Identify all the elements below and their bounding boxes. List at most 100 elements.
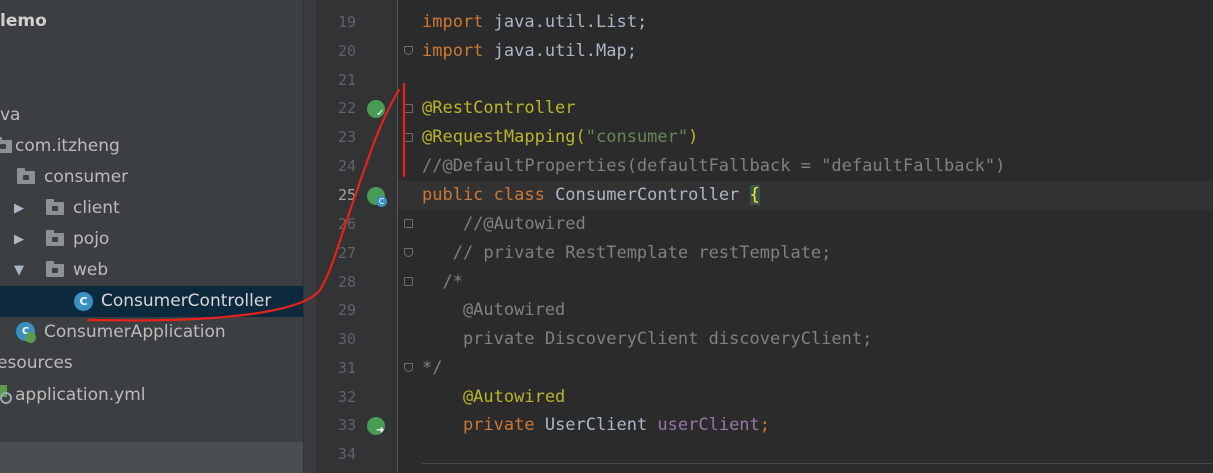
- line-number: 28: [337, 273, 356, 291]
- code-line-19[interactable]: import java.util.List;: [422, 8, 647, 37]
- keyword: import: [422, 41, 484, 61]
- spring-boot-class-icon: C: [16, 322, 36, 343]
- tree-item-package-web[interactable]: ▼ web: [0, 255, 316, 286]
- comment: */: [422, 358, 443, 378]
- project-tree[interactable]: lemo va com.itzheng consumer ▶ client ▶ …: [0, 0, 316, 473]
- comment: @Autowired: [422, 300, 566, 320]
- collapsed-arrow-icon[interactable]: ▶: [14, 193, 24, 224]
- run-badge-icon: [25, 332, 36, 343]
- tree-item-project-root[interactable]: lemo: [0, 6, 316, 37]
- tree-item-label: com.itzheng: [15, 136, 120, 156]
- tree-item-label: va: [0, 105, 21, 125]
- tree-item-consumer-application[interactable]: C ConsumerApplication: [0, 317, 316, 348]
- type-name: UserClient: [534, 415, 658, 435]
- code-text: java.util.Map;: [483, 41, 637, 61]
- line-number: 31: [337, 359, 356, 377]
- keyword: private: [422, 415, 535, 435]
- spring-bean-gutter-icon[interactable]: ✓: [367, 100, 385, 119]
- code-line-26[interactable]: //@Autowired: [422, 210, 586, 239]
- package-folder-icon: [46, 199, 64, 215]
- code-line-30[interactable]: private DiscoveryClient discoveryClient;: [422, 325, 872, 354]
- comment: //@Autowired: [422, 214, 586, 234]
- line-number: 22: [337, 99, 356, 117]
- matched-brace: {: [749, 185, 760, 205]
- autowired-navigate-gutter-icon[interactable]: ➜: [367, 417, 385, 436]
- comment: //@DefaultProperties(defaultFallback = "…: [422, 156, 1006, 176]
- line-number: 23: [337, 128, 356, 146]
- fold-marker-icon[interactable]: [404, 46, 413, 55]
- line-number-current: 25: [337, 186, 356, 204]
- tree-item-label: web: [73, 260, 109, 280]
- fold-marker-icon[interactable]: [404, 363, 413, 372]
- tree-item-label: ConsumerController: [101, 291, 272, 311]
- tree-item-consumer-controller[interactable]: C ConsumerController: [0, 286, 316, 317]
- tree-item-application-yml[interactable]: application.yml: [0, 380, 316, 411]
- annotation: @RequestMapping(: [422, 127, 586, 147]
- semicolon: ;: [759, 415, 771, 435]
- package-folder-icon: [0, 137, 12, 153]
- fold-marker-icon[interactable]: [404, 133, 413, 142]
- spring-bean-class-gutter-icon[interactable]: C: [367, 187, 387, 207]
- config-gear-icon: [0, 392, 12, 404]
- fold-marker-icon[interactable]: [404, 219, 413, 228]
- tree-item-label: application.yml: [15, 385, 146, 405]
- collapsed-arrow-icon[interactable]: ▶: [14, 224, 24, 255]
- code-line-32[interactable]: @Autowired: [422, 383, 565, 412]
- tree-item-label: consumer: [44, 167, 129, 187]
- line-number: 30: [337, 330, 356, 348]
- tree-item-label: client: [73, 198, 120, 218]
- tree-item-package-com-itzheng[interactable]: com.itzheng: [0, 131, 316, 162]
- tree-item-java-folder[interactable]: va: [0, 100, 316, 131]
- code-line-29[interactable]: @Autowired: [422, 296, 565, 325]
- fold-marker-icon[interactable]: [404, 277, 413, 286]
- line-number: 33: [337, 416, 356, 434]
- line-number: 24: [337, 157, 356, 175]
- line-number: 32: [337, 388, 356, 406]
- annotation: @Autowired: [422, 387, 566, 407]
- code-text: java.util.List;: [483, 12, 648, 32]
- comment: private DiscoveryClient discoveryClient;: [422, 329, 873, 349]
- tree-item-label: lemo: [0, 11, 47, 31]
- tree-item-label: pojo: [73, 229, 110, 249]
- annotation: @RestController: [422, 98, 576, 118]
- line-number: 26: [337, 215, 356, 233]
- line-number: 19: [337, 13, 356, 31]
- code-line-24[interactable]: //@DefaultProperties(defaultFallback = "…: [422, 152, 1005, 181]
- line-number: 29: [337, 301, 356, 319]
- code-line-33[interactable]: private UserClient userClient;: [422, 411, 770, 440]
- tree-item-package-client[interactable]: ▶ client: [0, 193, 316, 224]
- field-name: userClient: [657, 415, 760, 435]
- code-line-28[interactable]: /*: [422, 268, 462, 297]
- code-line-25[interactable]: public class ConsumerController {: [422, 181, 760, 210]
- package-folder-icon: [46, 230, 64, 246]
- code-line-31[interactable]: */: [422, 354, 442, 383]
- code-line-23[interactable]: @RequestMapping("consumer"): [422, 123, 698, 152]
- navigate-arrow-icon: ➜: [376, 425, 385, 436]
- tree-item-package-pojo[interactable]: ▶ pojo: [0, 224, 316, 255]
- navigate-arrow-icon: ✓: [376, 108, 385, 119]
- java-class-icon: C: [74, 292, 93, 311]
- package-folder-icon: [17, 168, 35, 184]
- line-number: 21: [337, 71, 356, 89]
- tree-item-label: esources: [0, 353, 73, 373]
- sidebar-bottom-panel: [0, 442, 316, 473]
- keyword: public class: [422, 185, 545, 205]
- line-number: 20: [337, 42, 356, 60]
- keyword: import: [422, 12, 484, 32]
- line-number: 27: [337, 244, 356, 262]
- expanded-arrow-icon[interactable]: ▼: [14, 255, 24, 286]
- code-line-22[interactable]: @RestController: [422, 94, 576, 123]
- line-number: 34: [337, 445, 356, 463]
- tree-item-package-consumer[interactable]: consumer: [0, 162, 316, 193]
- tree-item-resources-folder[interactable]: esources: [0, 348, 316, 379]
- fold-marker-icon[interactable]: [404, 248, 413, 257]
- annotation: ): [688, 127, 699, 147]
- fold-marker-icon[interactable]: [404, 104, 413, 113]
- code-line-20[interactable]: import java.util.Map;: [422, 37, 637, 66]
- panel-splitter[interactable]: [303, 0, 317, 473]
- class-glyph: C: [376, 196, 387, 207]
- package-folder-icon: [46, 261, 64, 277]
- code-line-27[interactable]: // private RestTemplate restTemplate;: [422, 239, 832, 268]
- string-literal: "consumer": [585, 127, 689, 147]
- comment: // private RestTemplate restTemplate;: [422, 243, 832, 263]
